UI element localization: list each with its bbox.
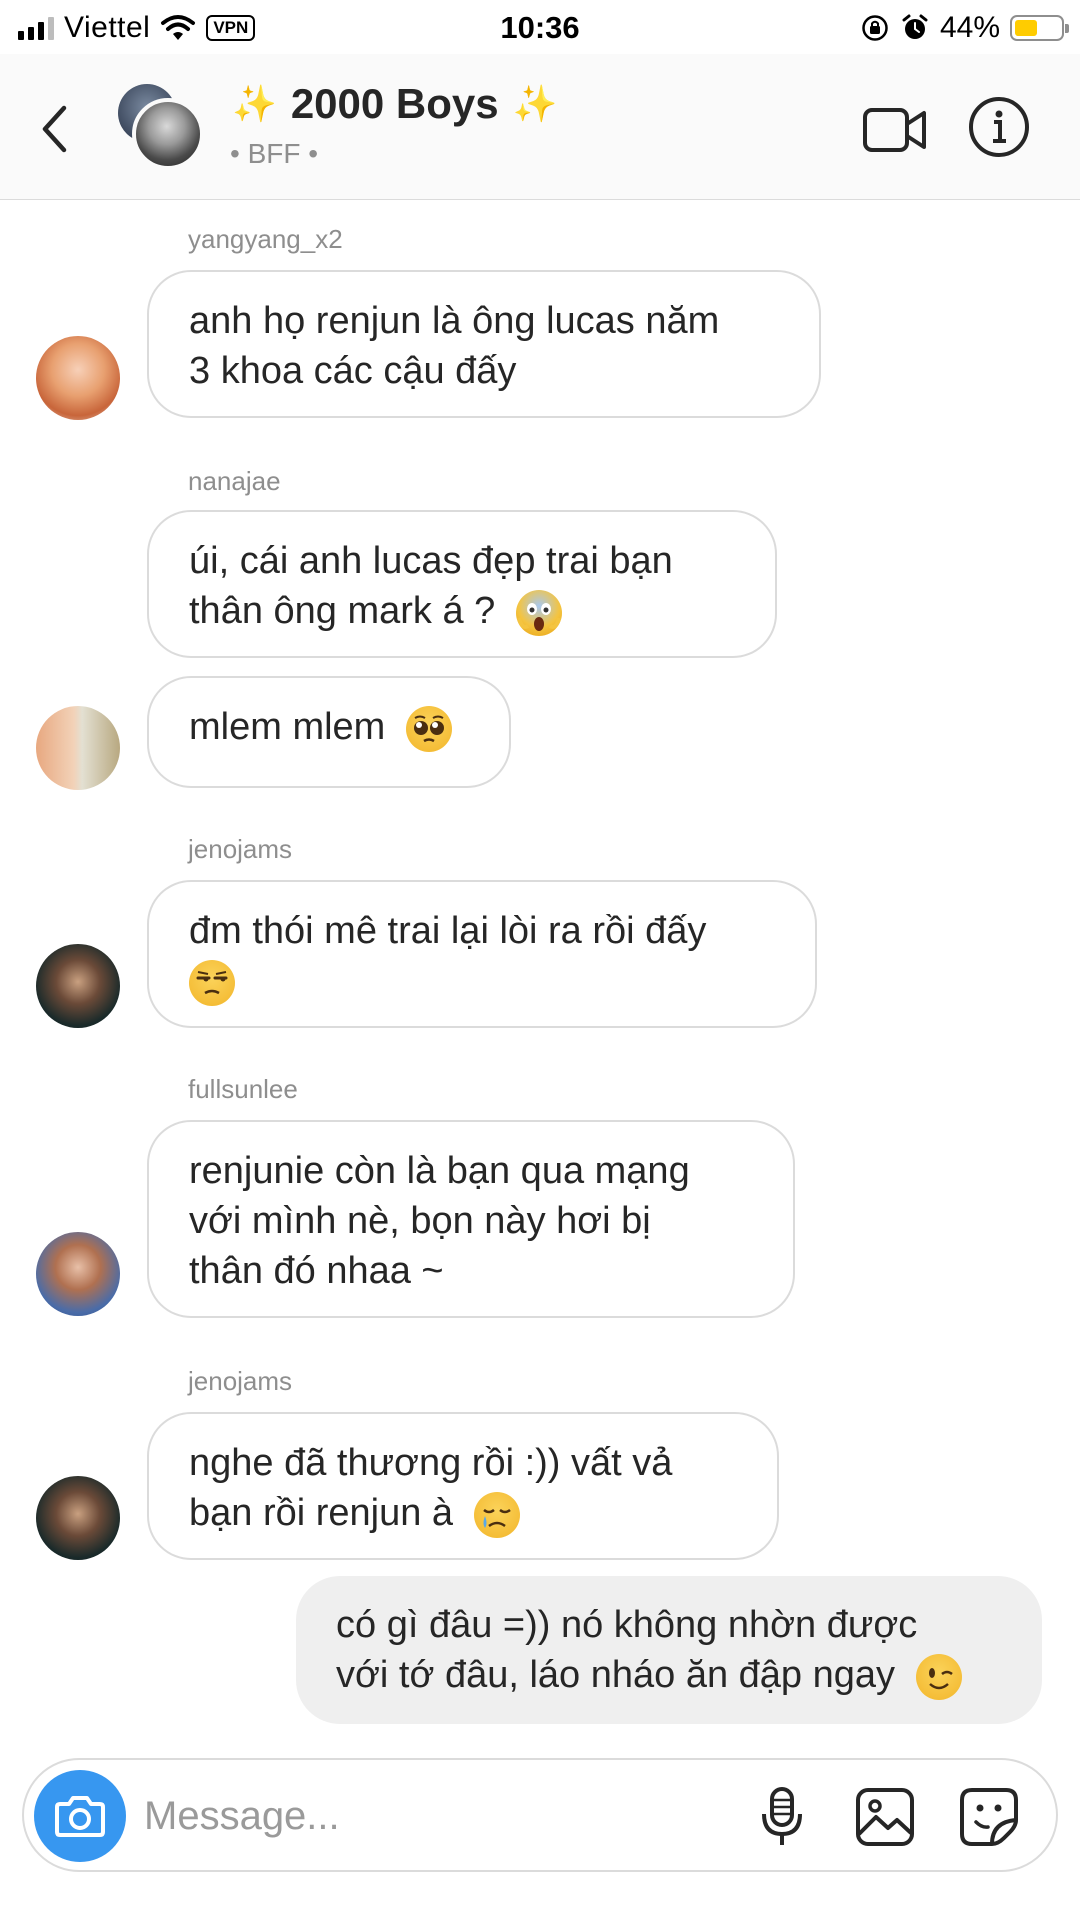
sender-avatar[interactable] [36, 336, 120, 420]
message-line-text: mlem mlem [189, 706, 386, 748]
crying-face-emoji [473, 1491, 520, 1538]
my-message-bubble[interactable]: có gì đâu =)) nó không nhờn được với tớ … [296, 1576, 1042, 1724]
message-bubble[interactable]: nghe đã thương rồi :)) vất vả bạn rồi re… [147, 1412, 779, 1560]
message-line: có gì đâu =)) nó không nhờn được [336, 1604, 918, 1646]
message-line: thân ông mark á ? [189, 586, 735, 636]
sparkles-emoji: ✨ [232, 83, 277, 124]
video-call-icon [863, 108, 926, 152]
message-line [189, 956, 775, 1006]
message-line: 3 khoa các cậu đấy [189, 350, 517, 392]
message-line: với tớ đâu, láo nháo ăn đập ngay [336, 1650, 1002, 1700]
microphone-icon [762, 1787, 802, 1845]
unamused-face-emoji [189, 959, 235, 1006]
chat-header: ✨ 2000 Boys ✨ • BFF • [0, 54, 1080, 200]
battery-cap [1065, 24, 1069, 33]
microphone-button[interactable] [750, 1782, 814, 1852]
message-composer [22, 1758, 1058, 1872]
camera-icon [55, 1796, 105, 1837]
battery-fill [1015, 20, 1037, 36]
sender-name: jenojams [188, 834, 293, 864]
battery-percent: 44% [939, 11, 1000, 44]
video-call-button[interactable] [860, 100, 930, 160]
gallery-icon [856, 1788, 914, 1846]
back-button[interactable] [30, 94, 80, 164]
chat-subtitle: • BFF • [230, 138, 319, 169]
camera-button[interactable] [34, 1770, 126, 1862]
sparkles-emoji: ✨ [512, 83, 558, 124]
sticker-button[interactable] [954, 1782, 1024, 1852]
sticker-icon [960, 1788, 1018, 1846]
message-line-text: thân ông mark á ? [189, 590, 496, 632]
back-icon [42, 105, 67, 153]
message-line-text: với tớ đâu, láo nháo ăn đập ngay [336, 1654, 896, 1696]
chat-title-text: 2000 Boys [290, 80, 499, 127]
winking-face-emoji [915, 1653, 962, 1700]
message-line: anh họ renjun là ông lucas năm [189, 300, 720, 342]
info-icon [969, 97, 1029, 157]
group-avatar-primary [132, 98, 204, 170]
sender-avatar[interactable] [36, 1232, 120, 1316]
info-button[interactable] [966, 94, 1032, 160]
battery-icon [1010, 15, 1069, 41]
status-bar: Viettel VPN 10:36 44% [0, 0, 1080, 54]
message-bubble[interactable]: renjunie còn là bạn qua mạng với mình nè… [147, 1120, 795, 1318]
alarm-icon [902, 14, 928, 39]
sender-avatar[interactable] [36, 706, 120, 790]
message-line: renjunie còn là bạn qua mạng [189, 1150, 690, 1192]
status-right: 44% [860, 10, 1069, 46]
message-line: úi, cái anh lucas đẹp trai bạn [189, 540, 673, 582]
message-bubble[interactable]: mlem mlem [147, 676, 511, 788]
message-bubble[interactable]: đm thói mê trai lại lòi ra rồi đấy [147, 880, 817, 1028]
chat-title[interactable]: ✨ 2000 Boys ✨ [232, 78, 557, 130]
message-bubble[interactable]: anh họ renjun là ông lucas năm 3 khoa cá… [147, 270, 821, 418]
rotation-lock-icon [862, 15, 888, 41]
sender-avatar[interactable] [36, 944, 120, 1028]
message-input[interactable] [144, 1786, 604, 1846]
face-screaming-in-fear-emoji [515, 589, 562, 636]
message-line: thân đó nhaa ~ [189, 1250, 444, 1292]
gallery-button[interactable] [850, 1782, 920, 1852]
sender-name: fullsunlee [188, 1074, 298, 1104]
sender-name: jenojams [188, 1366, 293, 1396]
sender-name: yangyang_x2 [188, 224, 343, 254]
message-line: mlem mlem [189, 702, 469, 752]
message-line: nghe đã thương rồi :)) vất vả [189, 1442, 673, 1484]
sender-name: nanajae [188, 466, 281, 496]
message-bubble[interactable]: úi, cái anh lucas đẹp trai bạn thân ông … [147, 510, 777, 658]
message-line-text: bạn rồi renjun à [189, 1492, 454, 1534]
group-avatar[interactable] [118, 84, 208, 170]
sender-avatar[interactable] [36, 1476, 120, 1560]
message-line: bạn rồi renjun à [189, 1488, 737, 1538]
message-thread[interactable]: yangyang_x2 anh họ renjun là ông lucas n… [0, 200, 1080, 1748]
pleading-face-emoji [405, 705, 452, 752]
message-line: với mình nè, bọn này hơi bị [189, 1200, 651, 1242]
message-line: đm thói mê trai lại lòi ra rồi đấy [189, 910, 707, 952]
